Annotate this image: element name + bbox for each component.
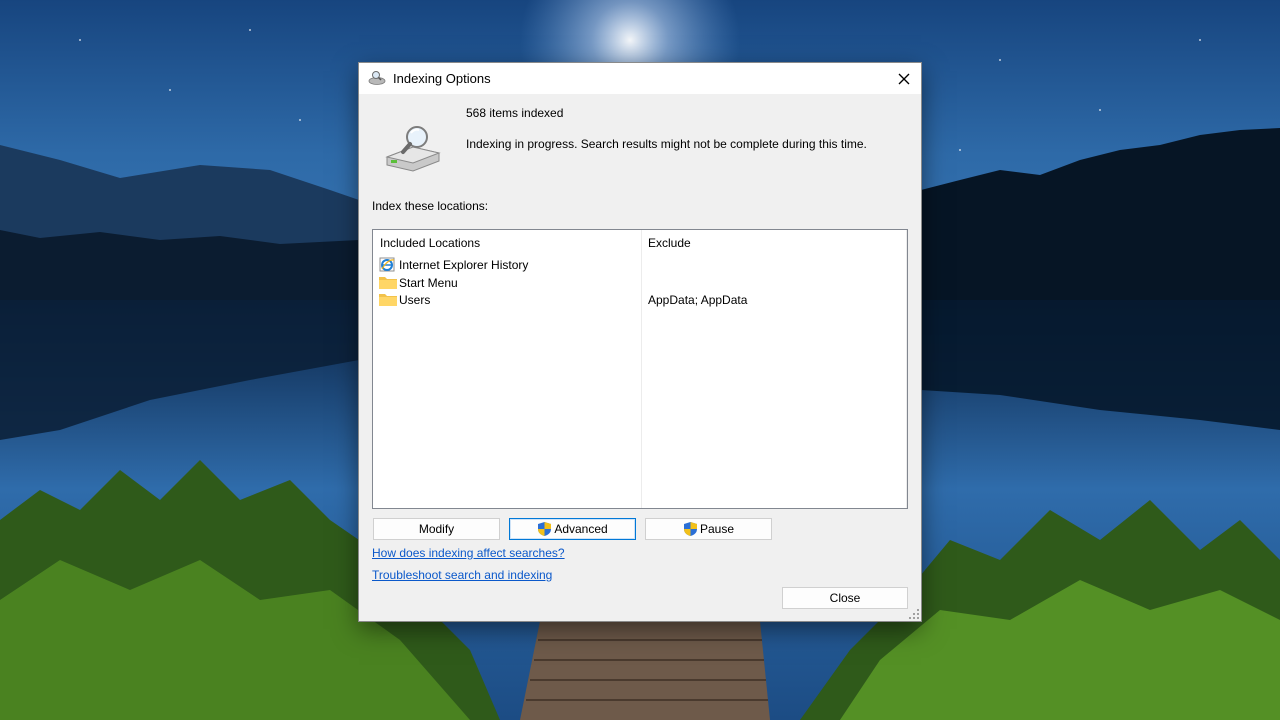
indexing-drive-magnifier-icon — [385, 126, 441, 172]
modify-button[interactable]: Modify — [373, 518, 500, 540]
how-indexing-affects-searches-link[interactable]: How does indexing affect searches? — [372, 546, 565, 560]
title-bar[interactable]: Indexing Options — [359, 63, 921, 94]
items-indexed-count: 568 items indexed — [466, 106, 564, 120]
folder-icon — [379, 275, 397, 290]
indexing-options-icon — [368, 71, 386, 85]
advanced-button[interactable]: Advanced — [509, 518, 636, 540]
folder-icon — [379, 292, 397, 307]
header-exclude[interactable]: Exclude — [648, 236, 691, 250]
ie-icon — [379, 257, 397, 272]
modify-button-label: Modify — [418, 522, 455, 536]
list-item[interactable]: Internet Explorer History — [379, 256, 528, 273]
list-item[interactable]: Start Menu — [379, 274, 458, 291]
column-divider — [906, 230, 907, 508]
resize-grip-icon[interactable] — [909, 609, 919, 619]
location-name: Start Menu — [399, 275, 458, 290]
pause-button[interactable]: Pause — [645, 518, 772, 540]
uac-shield-icon — [683, 522, 697, 536]
exclude-value: AppData; AppData — [648, 293, 748, 307]
index-locations-label: Index these locations: — [372, 199, 489, 213]
window-close-button[interactable] — [887, 63, 921, 94]
list-item[interactable]: Users — [379, 291, 430, 308]
location-name: Internet Explorer History — [399, 257, 529, 272]
close-button-label: Close — [829, 591, 861, 605]
locations-list[interactable]: Included Locations Exclude Internet Expl… — [372, 229, 908, 509]
advanced-button-label: Advanced — [554, 522, 608, 536]
indexing-options-dialog: Indexing Options 568 items indexed Index… — [359, 63, 921, 621]
uac-shield-icon — [538, 522, 552, 536]
troubleshoot-search-link[interactable]: Troubleshoot search and indexing — [372, 568, 552, 582]
location-name: Users — [399, 292, 431, 307]
pause-button-label: Pause — [699, 522, 735, 536]
window-title: Indexing Options — [393, 71, 491, 86]
header-included-locations[interactable]: Included Locations — [380, 236, 480, 250]
close-icon — [898, 73, 910, 84]
indexing-status-message: Indexing in progress. Search results mig… — [466, 137, 867, 151]
column-divider — [641, 230, 642, 508]
close-button[interactable]: Close — [782, 587, 908, 609]
